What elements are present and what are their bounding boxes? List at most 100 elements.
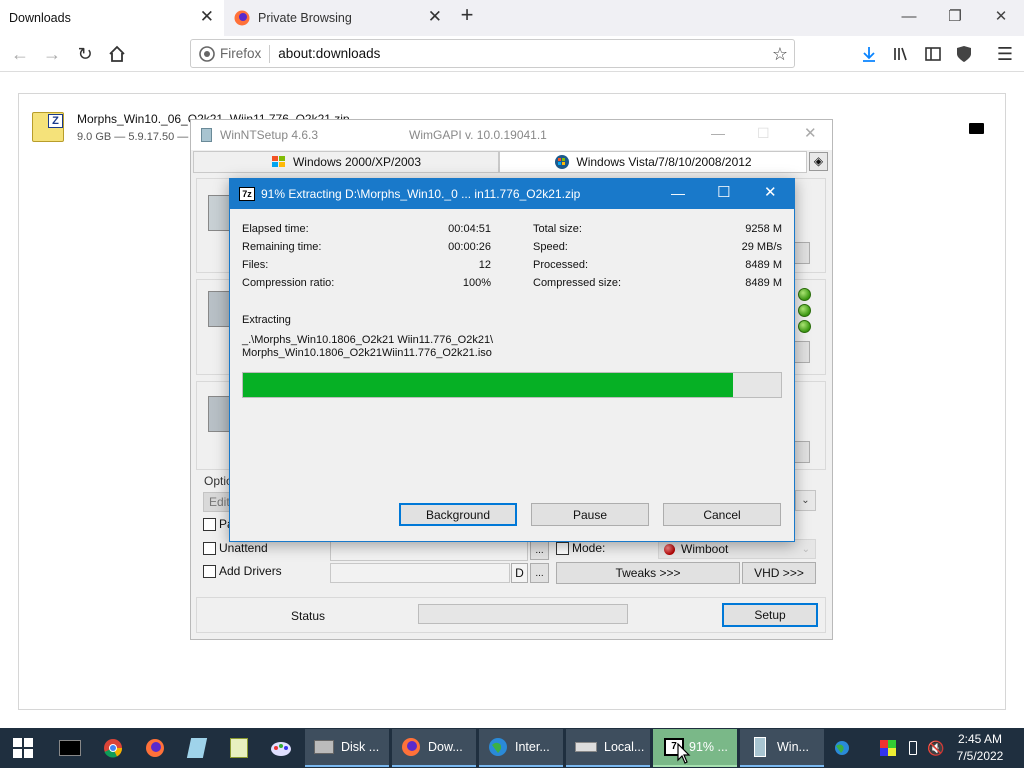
windows-xp-flag-icon xyxy=(271,156,285,167)
remaining-time-label: Remaining time: xyxy=(242,241,322,253)
taskbar-label: Win... xyxy=(777,740,809,754)
status-progress-bar xyxy=(418,604,628,624)
open-folder-icon[interactable] xyxy=(969,123,984,134)
menu-button[interactable]: ☰ xyxy=(991,40,1019,68)
taskbar-chrome[interactable] xyxy=(98,728,128,768)
ublock-button[interactable] xyxy=(950,40,978,68)
mode-checkbox[interactable] xyxy=(556,542,569,555)
pa-checkbox[interactable] xyxy=(203,518,216,531)
library-button[interactable] xyxy=(887,40,915,68)
tab-windows-vista[interactable]: Windows Vista/7/8/10/2008/2012 xyxy=(499,151,807,173)
edition-chevron-down-icon[interactable]: ⌄ xyxy=(795,490,816,511)
files-label: Files: xyxy=(242,259,269,271)
tab-downloads[interactable]: Downloads ✕ xyxy=(0,0,224,36)
taskbar-label: Local... xyxy=(604,740,645,754)
extract-dialog-titlebar: 7z 91% Extracting D:\Morphs_Win10._0 ...… xyxy=(230,179,794,209)
winntsetup-titlebar: WinNTSetup 4.6.3 WimGAPI v. 10.0.19041.1… xyxy=(191,120,832,150)
taskbar-app[interactable] xyxy=(828,728,856,768)
tray-color-icon[interactable] xyxy=(878,728,898,768)
downloads-button[interactable] xyxy=(855,40,883,68)
terminal-icon xyxy=(59,740,81,756)
tab-windows-2000[interactable]: Windows 2000/XP/2003 xyxy=(193,151,499,173)
close-icon[interactable]: ✕ xyxy=(428,8,442,25)
taskbar-editor[interactable] xyxy=(224,728,254,768)
setup-button[interactable]: Setup xyxy=(722,603,818,627)
edit-label: Edit xyxy=(209,495,230,509)
drivers-d-button[interactable]: D xyxy=(511,563,528,583)
status-ok-icon xyxy=(798,304,811,317)
new-tab-button[interactable]: + xyxy=(456,4,478,27)
restore-button[interactable]: ❐ xyxy=(932,0,978,32)
taskbar-firefox[interactable] xyxy=(140,728,170,768)
taskbar-7zip-progress[interactable]: 7 91% ... xyxy=(653,729,737,767)
address-bar[interactable]: Firefox about:downloads ☆ xyxy=(190,39,795,68)
extracting-label: Extracting xyxy=(242,314,291,326)
background-button[interactable]: Background xyxy=(399,503,517,526)
taskbar-internet[interactable]: Inter... xyxy=(479,729,563,767)
settings-button[interactable]: ◈ xyxy=(809,152,828,171)
vhd-button[interactable]: VHD >>> xyxy=(742,562,816,584)
maximize-icon[interactable]: ☐ xyxy=(717,183,730,201)
extract-progress-bar xyxy=(242,372,782,398)
sidebar-button[interactable] xyxy=(919,40,947,68)
pause-button[interactable]: Pause xyxy=(531,503,649,526)
vhd-label: VHD >>> xyxy=(754,566,804,580)
remaining-time-value: 00:00:26 xyxy=(448,241,491,253)
taskbar-disk-management[interactable]: Disk ... xyxy=(305,729,389,767)
processed-label: Processed: xyxy=(533,259,589,271)
tab-label: Windows Vista/7/8/10/2008/2012 xyxy=(576,155,752,169)
unattend-checkbox[interactable] xyxy=(203,542,216,555)
unattend-browse-button[interactable]: ... xyxy=(530,540,549,560)
background-label: Background xyxy=(425,507,491,522)
taskbar-label: Disk ... xyxy=(341,740,380,754)
files-value: 12 xyxy=(478,259,491,271)
taskbar-local-disk[interactable]: Local... xyxy=(566,729,650,767)
close-icon[interactable]: ✕ xyxy=(804,124,817,142)
minimize-button[interactable]: — xyxy=(886,0,932,32)
7zip-icon: 7z xyxy=(239,187,255,201)
close-icon[interactable]: ✕ xyxy=(200,8,214,25)
tab-private-browsing[interactable]: Private Browsing ✕ xyxy=(224,0,452,36)
close-icon[interactable]: ✕ xyxy=(764,183,777,201)
winntsetup-title: WinNTSetup 4.6.3 xyxy=(220,128,319,142)
taskbar-notepad[interactable] xyxy=(182,728,212,768)
browse-label: ... xyxy=(535,544,544,556)
mode-dropdown[interactable]: Wimboot ⌄ xyxy=(658,539,816,559)
taskbar-winntsetup[interactable]: Win... xyxy=(740,729,824,767)
cancel-button[interactable]: Cancel xyxy=(663,503,781,526)
firefox-icon xyxy=(234,10,250,26)
extract-title: 91% Extracting D:\Morphs_Win10._0 ... in… xyxy=(261,187,581,201)
wimgapi-version: WimGAPI v. 10.0.19041.1 xyxy=(409,128,547,142)
taskbar-terminal[interactable] xyxy=(55,728,85,768)
compression-ratio-label: Compression ratio: xyxy=(242,277,335,289)
network-globe-icon xyxy=(835,741,849,755)
minimize-icon[interactable]: — xyxy=(711,125,725,141)
tweaks-button[interactable]: Tweaks >>> xyxy=(556,562,740,584)
taskbar-clock[interactable]: 2:45 AM 7/5/2022 xyxy=(945,731,1015,765)
drivers-browse-button[interactable]: ... xyxy=(530,563,549,583)
back-button[interactable]: ← xyxy=(6,40,34,68)
tray-usb-icon[interactable] xyxy=(904,728,922,768)
maximize-icon[interactable]: ☐ xyxy=(757,125,770,142)
close-window-button[interactable]: ✕ xyxy=(978,0,1024,32)
url-text[interactable]: about:downloads xyxy=(278,46,380,61)
current-path-line2: Morphs_Win10.1806_O2k21Wiin11.776_O2k21.… xyxy=(242,347,492,359)
reload-button[interactable]: ↻ xyxy=(71,40,99,68)
unattend-label: Unattend xyxy=(219,541,268,555)
firefox-icon xyxy=(146,739,164,757)
forward-button[interactable]: → xyxy=(38,40,66,68)
taskbar-downloads-firefox[interactable]: Dow... xyxy=(392,729,476,767)
add-drivers-checkbox[interactable] xyxy=(203,565,216,578)
minimize-icon[interactable]: — xyxy=(671,185,685,201)
tray-volume-muted-icon[interactable]: 🔇 xyxy=(925,728,947,768)
unattend-path-field[interactable] xyxy=(330,541,528,561)
status-label: Status xyxy=(291,609,326,623)
red-status-icon xyxy=(664,543,675,555)
drivers-path-field[interactable] xyxy=(330,563,510,583)
taskbar-paint[interactable] xyxy=(266,728,296,768)
home-button[interactable] xyxy=(103,40,131,68)
start-button[interactable] xyxy=(0,728,46,768)
bookmark-star-icon[interactable]: ☆ xyxy=(772,44,788,65)
clock-date: 7/5/2022 xyxy=(956,749,1004,763)
forward-arrow-icon: → xyxy=(43,43,61,64)
